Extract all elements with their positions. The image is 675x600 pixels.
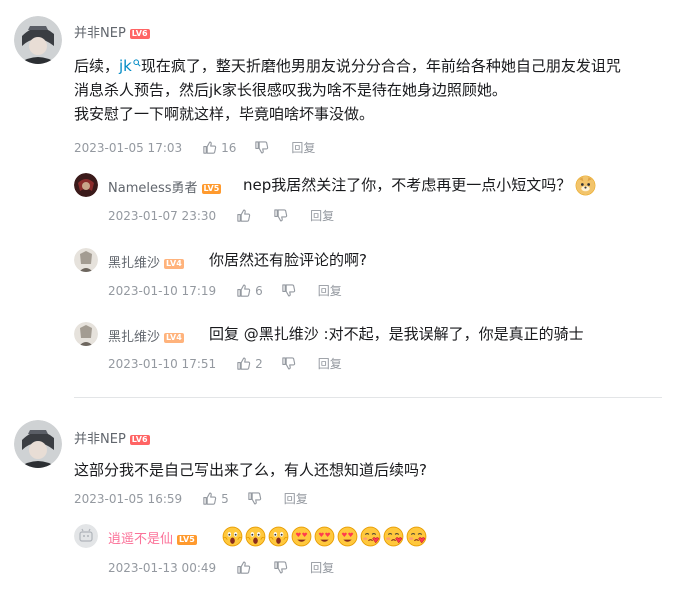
level-badge: LV5 [177,535,197,545]
dislike-button[interactable] [247,491,266,506]
dislike-button[interactable] [281,356,300,371]
kiss-emoji-icon [406,526,427,546]
reply-button[interactable]: 回复 [310,559,334,576]
thumb-up-icon [202,491,217,506]
avatar[interactable] [74,248,98,272]
timestamp: 2023-01-07 23:30 [108,208,217,223]
reply-meta: 2023-01-07 23:30 回复 [108,207,334,224]
thumb-down-icon [281,356,296,371]
thumb-up-icon [236,560,251,575]
avatar[interactable] [74,524,98,548]
reply-button[interactable]: 回复 [310,207,334,224]
level-badge: LV6 [129,29,150,39]
thumb-down-icon [273,560,288,575]
kiss-emoji-icon [360,526,381,546]
username[interactable]: 黑扎维沙 LV4 [108,326,184,345]
heart-eyes-emoji-icon [291,526,312,546]
timestamp: 2023-01-05 16:59 [74,491,183,506]
comment-meta: 2023-01-05 16:59 5 回复 [74,490,308,507]
reply-text: 回复 @黑扎维沙 :对不起，是我误解了，你是真正的骑士 [209,325,584,343]
user-mention-link[interactable]: jk [119,57,141,75]
thumb-down-icon [273,208,288,223]
like-button[interactable]: 6 [236,283,263,298]
comment-text: 后续，jk 现在疯了，整天折磨他男朋友说分分合合，年前给各种她自己朋友发诅咒 消息… [74,57,621,123]
heart-eyes-emoji-icon [337,526,358,546]
search-icon [133,59,141,67]
timestamp: 2023-01-13 00:49 [108,560,217,575]
doge-emoji-icon [575,175,596,196]
reply-meta: 2023-01-10 17:51 2 回复 [108,355,342,372]
level-badge: LV6 [129,435,150,445]
thumb-up-icon [236,356,251,371]
reply-meta: 2023-01-10 17:19 6 回复 [108,282,342,299]
level-badge: LV4 [164,259,184,269]
divider [74,397,662,398]
heart-eyes-emoji-icon [314,526,335,546]
thumb-up-icon [236,208,251,223]
level-badge: LV4 [164,333,184,343]
comment-text: 这部分我不是自己写出来了么，有人还想知道后续吗? [74,461,427,479]
scream-emoji-icon [222,526,243,546]
thumb-up-icon [236,283,251,298]
timestamp: 2023-01-10 17:51 [108,356,217,371]
timestamp: 2023-01-05 17:03 [74,140,183,155]
thumb-down-icon [254,140,269,155]
reply-meta: 2023-01-13 00:49 回复 [108,559,334,576]
timestamp: 2023-01-10 17:19 [108,283,217,298]
level-badge: LV5 [201,184,222,194]
reply-text: 你居然还有脸评论的啊? [209,251,367,269]
like-button[interactable] [236,208,255,223]
dislike-button[interactable] [273,208,292,223]
avatar[interactable] [14,420,62,468]
avatar[interactable] [14,16,62,64]
avatar[interactable] [74,173,98,197]
scream-emoji-icon [268,526,289,546]
dislike-button[interactable] [281,283,300,298]
reply-button[interactable]: 回复 [318,355,342,372]
avatar[interactable] [74,322,98,346]
username[interactable]: 并非NEP LV6 [74,22,150,41]
like-button[interactable]: 16 [202,140,236,155]
comment-meta: 2023-01-05 17:03 16 回复 [74,139,315,156]
reply-text: nep我居然关注了你，不考虑再更一点小短文吗？ [243,173,598,197]
username[interactable]: 逍遥不是仙 LV5 [108,528,197,547]
reply-button[interactable]: 回复 [291,139,315,156]
scream-emoji-icon [245,526,266,546]
like-button[interactable] [236,560,255,575]
thumb-up-icon [202,140,217,155]
thumb-down-icon [247,491,262,506]
kiss-emoji-icon [383,526,404,546]
like-button[interactable]: 2 [236,356,263,371]
reply-button[interactable]: 回复 [284,490,308,507]
like-button[interactable]: 5 [202,491,229,506]
username[interactable]: 并非NEP LV6 [74,428,150,447]
reply-button[interactable]: 回复 [318,282,342,299]
dislike-button[interactable] [273,560,292,575]
username[interactable]: Nameless勇者 LV5 [108,177,222,196]
dislike-button[interactable] [254,140,273,155]
emoji-row [222,524,429,548]
thumb-down-icon [281,283,296,298]
username[interactable]: 黑扎维沙 LV4 [108,252,184,271]
